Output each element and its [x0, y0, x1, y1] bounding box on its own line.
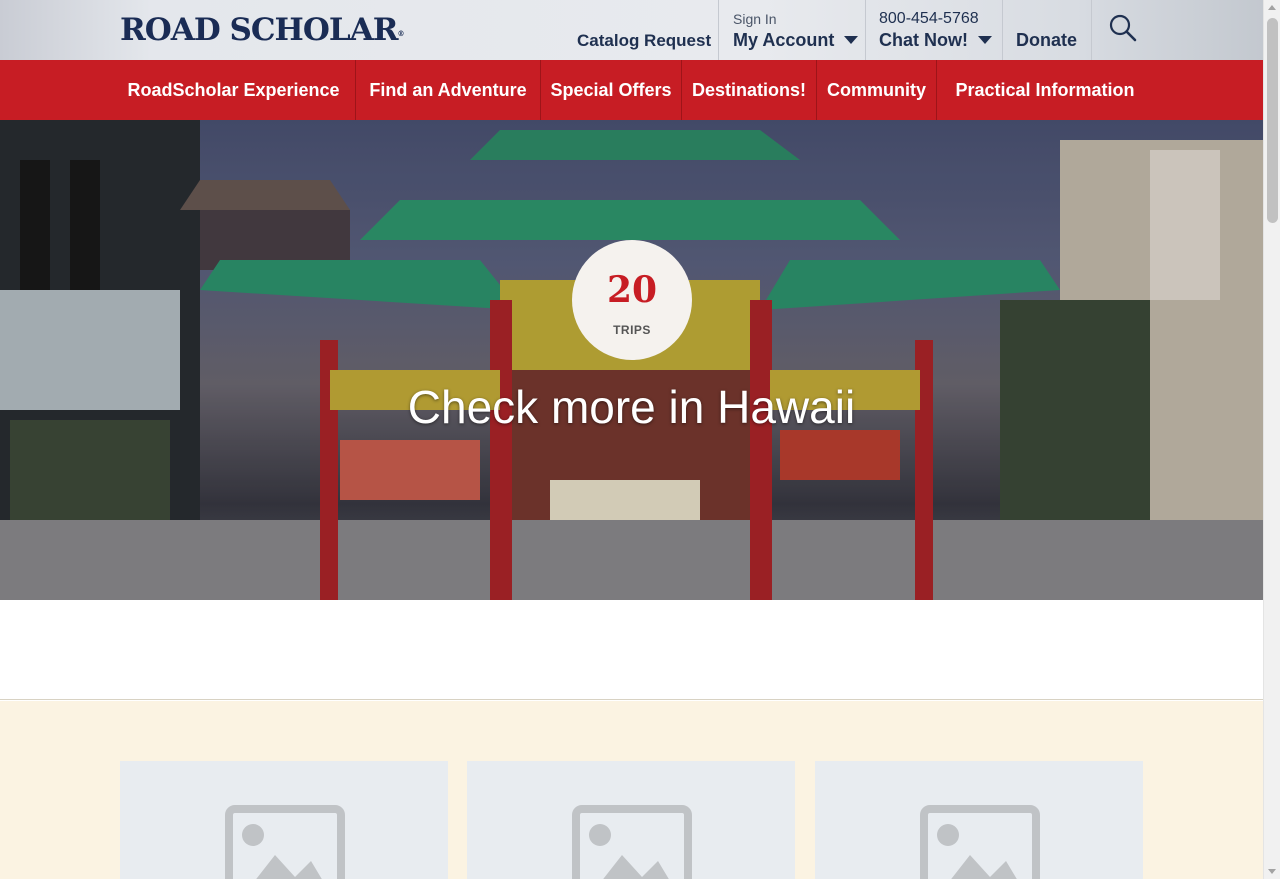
scroll-up-arrow-icon[interactable]	[1268, 5, 1276, 10]
trip-card[interactable]	[815, 761, 1143, 879]
catalog-request-link[interactable]: Catalog Request	[560, 0, 718, 60]
trips-count: 20	[606, 269, 658, 311]
top-header: ROAD SCHOLAR® Catalog Request Sign In My…	[0, 0, 1263, 60]
nav-find-an-adventure[interactable]: Find an Adventure	[356, 60, 540, 120]
donate-link[interactable]: Donate	[1002, 0, 1091, 60]
trip-cards-section	[0, 701, 1263, 879]
registered-mark: ®	[397, 29, 405, 38]
search-icon	[1109, 14, 1137, 42]
search-button[interactable]	[1091, 0, 1153, 60]
trips-count-badge: 20 TRIPS	[572, 240, 692, 360]
my-account-menu[interactable]: Sign In My Account	[718, 0, 865, 60]
catalog-request-label: Catalog Request	[577, 31, 712, 50]
image-placeholder-icon	[920, 805, 1040, 879]
donate-label: Donate	[1016, 30, 1078, 50]
logo-text: ROAD SCHOLAR	[120, 12, 398, 48]
page: ROAD SCHOLAR® Catalog Request Sign In My…	[0, 0, 1280, 879]
my-account-label: My Account	[733, 30, 859, 51]
main-nav: RoadScholar Experience Find an Adventure…	[0, 60, 1263, 120]
image-placeholder-icon	[572, 805, 692, 879]
phone-number[interactable]: 800-454-5768	[879, 10, 979, 28]
nav-practical-information[interactable]: Practical Information	[937, 60, 1153, 120]
chat-menu[interactable]: 800-454-5768 Chat Now!	[865, 0, 1002, 60]
nav-destinations[interactable]: Destinations!	[682, 60, 816, 120]
trip-card[interactable]	[467, 761, 795, 879]
intro-band	[0, 600, 1263, 700]
chat-now-text: Chat Now!	[879, 30, 968, 50]
scroll-down-arrow-icon[interactable]	[1268, 869, 1276, 874]
hero-title: Check more in Hawaii	[407, 381, 856, 433]
chevron-down-icon	[978, 36, 992, 45]
image-placeholder-icon	[225, 805, 345, 879]
chevron-down-icon	[844, 36, 859, 45]
trips-label: TRIPS	[613, 323, 651, 337]
hero-banner: 20 TRIPS Check more in Hawaii	[0, 120, 1263, 600]
sign-in-label[interactable]: Sign In	[733, 11, 777, 27]
road-scholar-logo[interactable]: ROAD SCHOLAR®	[120, 12, 404, 48]
nav-roadscholar-experience[interactable]: RoadScholar Experience	[112, 60, 355, 120]
nav-special-offers[interactable]: Special Offers	[541, 60, 681, 120]
page-content: ROAD SCHOLAR® Catalog Request Sign In My…	[0, 0, 1263, 879]
scroll-thumb[interactable]	[1267, 18, 1278, 223]
trip-card[interactable]	[120, 761, 448, 879]
nav-community[interactable]: Community	[817, 60, 936, 120]
my-account-text: My Account	[733, 30, 835, 50]
chat-now-label: Chat Now!	[879, 30, 992, 51]
hero-overlay	[0, 120, 1263, 600]
page-scrollbar[interactable]	[1263, 0, 1280, 879]
